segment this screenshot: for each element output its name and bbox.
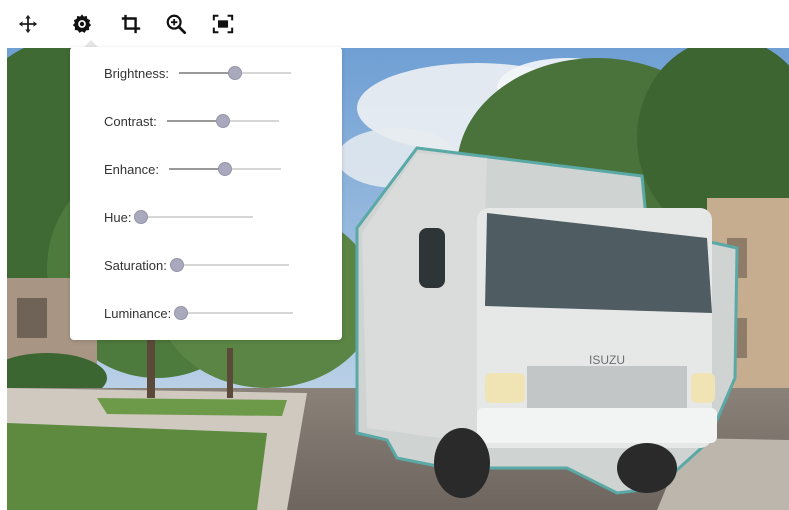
hue-slider[interactable]: [134, 207, 254, 227]
contrast-slider-thumb[interactable]: [215, 114, 230, 128]
enhance-row: Enhance:: [104, 159, 281, 179]
adjustment-panel: Brightness: Contrast: Enhance: Hue: Satu…: [70, 47, 342, 340]
fit-screen-tool-button[interactable]: [209, 10, 237, 38]
move-icon: [18, 14, 38, 34]
truck-brand-text: ISUZU: [589, 353, 625, 367]
contrast-row: Contrast:: [104, 111, 279, 131]
crop-tool-button[interactable]: [117, 10, 145, 38]
enhance-slider[interactable]: [168, 159, 281, 179]
saturation-slider-thumb[interactable]: [169, 258, 184, 272]
brightness-label: Brightness:: [104, 65, 170, 81]
zoom-in-icon: [166, 14, 187, 35]
brightness-row: Brightness:: [104, 63, 292, 83]
saturation-row: Saturation:: [104, 255, 289, 275]
brightness-slider-thumb[interactable]: [228, 66, 243, 80]
contrast-label: Contrast:: [104, 113, 157, 129]
enhance-slider-fill: [168, 168, 225, 170]
luminance-slider-thumb[interactable]: [174, 306, 189, 320]
luminance-slider[interactable]: [174, 303, 294, 323]
fit-screen-icon: [212, 14, 234, 34]
hue-row: Hue:: [104, 207, 254, 227]
brightness-slider[interactable]: [179, 63, 292, 83]
contrast-slider-fill: [166, 120, 223, 122]
luminance-row: Luminance:: [104, 303, 294, 323]
toolbar: [0, 0, 789, 48]
enhance-slider-thumb[interactable]: [217, 162, 232, 176]
crop-icon: [121, 14, 141, 34]
saturation-slider[interactable]: [169, 255, 289, 275]
adjust-tool-button[interactable]: [68, 10, 96, 38]
saturation-label: Saturation:: [104, 257, 167, 273]
hue-label: Hue:: [104, 209, 132, 225]
brightness-slider-fill: [179, 72, 236, 74]
hue-slider-thumb[interactable]: [134, 210, 149, 224]
contrast-slider[interactable]: [166, 111, 279, 131]
zoom-tool-button[interactable]: [162, 10, 190, 38]
enhance-label: Enhance:: [104, 161, 159, 177]
luminance-label: Luminance:: [104, 305, 172, 321]
move-tool-button[interactable]: [14, 10, 42, 38]
settings-icon: [72, 14, 92, 33]
